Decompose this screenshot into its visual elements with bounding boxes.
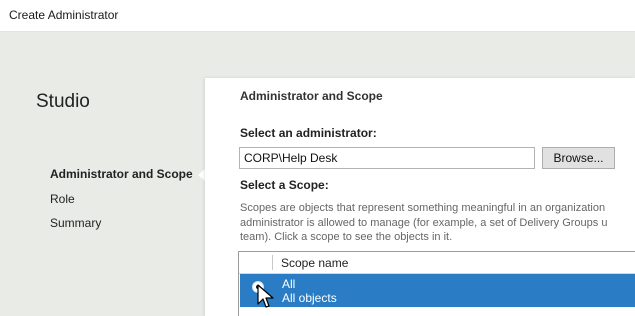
scope-table: Scope name All All objects xyxy=(238,251,635,316)
sidebar-item-role[interactable]: Role xyxy=(50,192,75,206)
scope-label: Select a Scope: xyxy=(240,178,329,192)
administrator-input[interactable] xyxy=(239,147,535,169)
page-heading: Administrator and Scope xyxy=(240,89,383,103)
window-title: Create Administrator xyxy=(9,8,119,22)
active-step-indicator xyxy=(198,169,205,181)
title-bar: Create Administrator xyxy=(0,0,635,32)
browse-button[interactable]: Browse... xyxy=(542,147,615,169)
scope-description-cell: All objects xyxy=(282,291,337,305)
column-divider xyxy=(272,255,273,270)
table-header: Scope name xyxy=(239,252,635,274)
sidebar-item-summary[interactable]: Summary xyxy=(50,216,101,230)
scope-description-line: administrator is allowed to manage (for … xyxy=(240,216,608,229)
scope-description: Scopes are objects that represent someth… xyxy=(240,201,635,245)
scope-description-line: Scopes are objects that represent someth… xyxy=(240,202,606,214)
sidebar-brand: Studio xyxy=(36,91,90,112)
scope-name: All xyxy=(282,277,296,291)
mouse-pointer-icon xyxy=(257,284,274,308)
scope-description-line: team). Click a scope to see the objects … xyxy=(240,231,453,243)
sidebar-item-administrator-and-scope[interactable]: Administrator and Scope xyxy=(50,167,193,181)
column-header-scope-name[interactable]: Scope name xyxy=(281,256,348,270)
admin-label: Select an administrator: xyxy=(240,126,377,140)
table-row[interactable]: All All objects xyxy=(240,274,635,307)
